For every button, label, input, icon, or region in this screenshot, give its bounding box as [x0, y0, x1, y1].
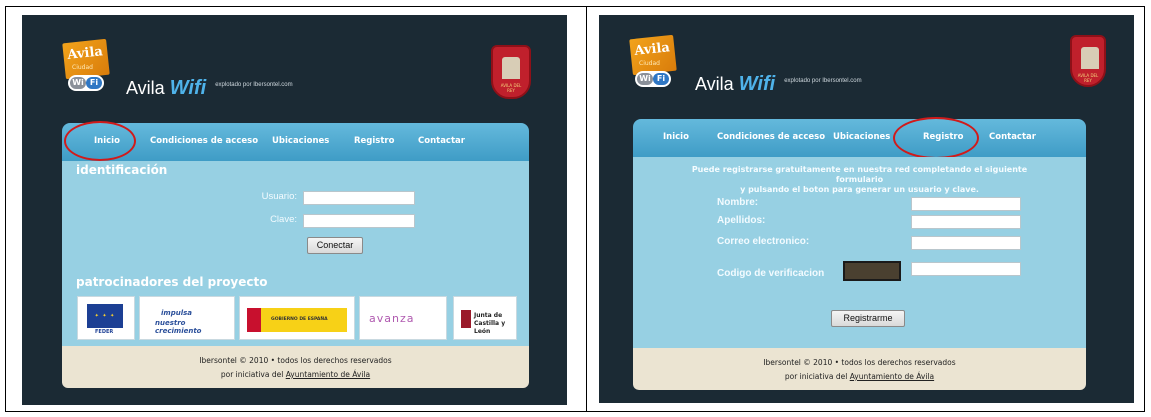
logo-text: Avila: [633, 40, 671, 59]
wifi-fi-label: Fi: [86, 77, 102, 89]
wifi-icon: Wi Fi: [635, 71, 671, 87]
brand-wifi: Wifi: [169, 77, 207, 99]
footer-initiative-prefix: por iniciativa del: [784, 372, 850, 381]
comparison-frame: Avila Ciudad Wi Fi Avila Wifi explotado …: [5, 6, 1145, 412]
user-label: Usuario:: [261, 191, 297, 202]
sponsor-impulsa-label: impulsa: [161, 309, 192, 317]
crest-text: AVILA DEL REY: [500, 83, 522, 93]
main-nav: Inicio Condiciones de acceso Ubicaciones…: [633, 119, 1086, 157]
sponsor-feder[interactable]: ✦ ✦ ✦ FEDER: [77, 296, 135, 340]
crest-tower-icon: [1081, 47, 1099, 69]
site-footer: Ibersontel © 2010 • todos los derechos r…: [62, 346, 529, 388]
nav-item-ubicaciones[interactable]: Ubicaciones: [833, 132, 890, 142]
sponsor-feder-label: FEDER: [95, 329, 114, 335]
logo-subtext: Ciudad: [72, 64, 93, 71]
city-crest-icon: AVILA DEL REY: [491, 45, 531, 99]
correo-input[interactable]: [911, 236, 1021, 250]
sponsor-jcyl[interactable]: Junta de Castilla y León: [453, 296, 517, 340]
nombre-input[interactable]: [911, 197, 1021, 211]
footer-ayuntamiento-link[interactable]: Ayuntamiento de Ávila: [850, 372, 934, 381]
logo-orange-badge: Avila: [62, 38, 110, 80]
correo-label: Correo electronico:: [717, 236, 810, 247]
wifi-fi-label: Fi: [653, 73, 669, 85]
brand-wifi: Wifi: [738, 73, 776, 95]
sponsor-avanza[interactable]: avanza: [359, 296, 447, 340]
spain-flag-icon: [247, 308, 261, 332]
connect-button[interactable]: Conectar: [307, 237, 363, 254]
sponsor-impulsa-sublabel: nuestro crecimiento: [155, 319, 202, 335]
nav-item-condiciones[interactable]: Condiciones de acceso: [717, 132, 825, 142]
eu-stars-icon: ✦ ✦ ✦: [94, 313, 116, 319]
password-input[interactable]: [303, 214, 415, 228]
footer-copyright: Ibersontel © 2010 • todos los derechos r…: [763, 358, 956, 367]
registrarme-button[interactable]: Registrarme: [831, 310, 905, 327]
wifi-icon: Wi Fi: [68, 75, 104, 91]
register-intro: Puede registrarse gratuitamente en nuest…: [673, 165, 1046, 195]
sponsor-ministerio[interactable]: GOBIERNO DE ESPAÑA: [239, 296, 355, 340]
logo-orange-badge: Avila: [629, 34, 677, 76]
sponsor-jcyl-line1: Junta de: [474, 312, 503, 319]
nav-item-registro[interactable]: Registro: [354, 136, 394, 146]
wifi-wi-label: Wi: [637, 73, 653, 85]
footer-initiative-prefix: por iniciativa del: [220, 370, 286, 379]
brand-subtitle: explotado por Ibersontel.com: [784, 78, 862, 84]
login-title: identificación: [76, 163, 168, 177]
sponsor-jcyl-line2: Castilla y León: [474, 320, 506, 335]
logo-text: Avila: [66, 44, 104, 63]
brand-title: Avila Wifi explotado por Ibersontel.com: [695, 73, 862, 96]
sponsors-title: patrocinadores del proyecto: [76, 275, 268, 289]
sponsor-jcyl-label: Junta de Castilla y León: [474, 312, 513, 336]
login-panel: identificación Usuario: Clave: Conectar …: [62, 161, 529, 346]
captcha-image: [843, 261, 901, 281]
sponsor-impulsa[interactable]: impulsa nuestro crecimiento: [139, 296, 235, 340]
apellidos-label: Apellidos:: [717, 215, 766, 226]
highlight-circle-inicio: [64, 121, 136, 161]
codigo-label: Codigo de verificacion: [717, 268, 825, 279]
nombre-label: Nombre:: [717, 197, 759, 208]
register-panel: Puede registrarse gratuitamente en nuest…: [633, 157, 1086, 367]
footer-ayuntamiento-link[interactable]: Ayuntamiento de Ávila: [286, 370, 370, 379]
footer-initiative: por iniciativa del Ayuntamiento de Ávila: [633, 370, 1086, 384]
brand-name: Avila: [695, 74, 734, 94]
frame-divider: [586, 7, 587, 411]
nav-item-contactar[interactable]: Contactar: [418, 136, 465, 146]
crest-text: AVILA DEL REY: [1077, 73, 1099, 83]
ministry-banner: GOBIERNO DE ESPAÑA: [247, 308, 347, 332]
register-intro-line1: Puede registrarse gratuitamente en nuest…: [691, 165, 1028, 184]
brand-name: Avila: [126, 78, 165, 98]
password-label: Clave:: [270, 214, 297, 225]
brand-title: Avila Wifi explotado por Ibersontel.com: [126, 77, 293, 100]
register-page-screenshot: Avila Ciudad Wi Fi Avila Wifi explotado …: [599, 15, 1134, 403]
highlight-circle-registro: [893, 117, 979, 159]
wifi-wi-label: Wi: [70, 77, 86, 89]
user-input[interactable]: [303, 191, 415, 205]
crest-tower-icon: [502, 57, 520, 79]
site-footer: Ibersontel © 2010 • todos los derechos r…: [633, 348, 1086, 390]
apellidos-input[interactable]: [911, 215, 1021, 229]
nav-item-condiciones[interactable]: Condiciones de acceso: [150, 136, 258, 146]
city-crest-icon: AVILA DEL REY: [1070, 35, 1106, 87]
nav-item-contactar[interactable]: Contactar: [989, 132, 1036, 142]
logo-subtext: Ciudad: [639, 60, 660, 67]
register-intro-line2: y pulsando el boton para generar un usua…: [740, 185, 979, 194]
brand-subtitle: explotado por Ibersontel.com: [215, 82, 293, 88]
jcyl-shield-icon: [461, 310, 471, 328]
codigo-input[interactable]: [911, 262, 1021, 276]
footer-copyright: Ibersontel © 2010 • todos los derechos r…: [199, 356, 392, 365]
footer-initiative: por iniciativa del Ayuntamiento de Ávila: [62, 368, 529, 382]
login-page-screenshot: Avila Ciudad Wi Fi Avila Wifi explotado …: [22, 15, 567, 405]
sponsor-avanza-label: avanza: [369, 312, 415, 325]
nav-item-ubicaciones[interactable]: Ubicaciones: [272, 136, 329, 146]
sponsor-ministry-label: GOBIERNO DE ESPAÑA: [271, 317, 328, 322]
nav-item-inicio[interactable]: Inicio: [663, 132, 689, 142]
